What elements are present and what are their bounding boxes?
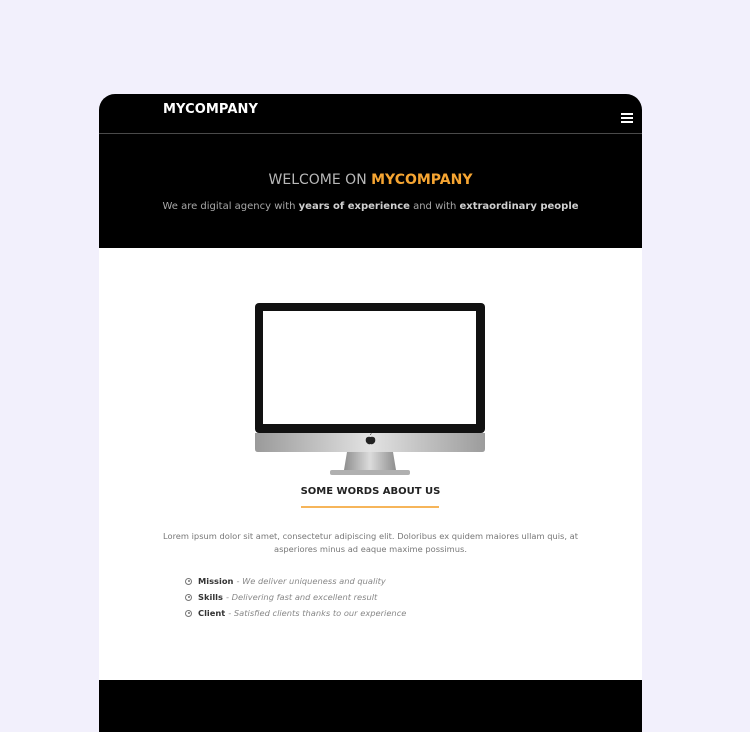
feature-name: Mission xyxy=(198,576,234,586)
feature-item: Mission - We deliver uniqueness and qual… xyxy=(185,573,406,589)
feature-item: Skills - Delivering fast and excellent r… xyxy=(185,589,406,605)
footer xyxy=(99,680,642,732)
feature-name: Client xyxy=(198,608,226,618)
about-underline xyxy=(301,506,439,508)
feature-desc: - We deliver uniqueness and quality xyxy=(236,576,386,586)
hamburger-menu-icon[interactable] xyxy=(621,113,633,124)
feature-desc: - Satisfied clients thanks to our experi… xyxy=(228,608,407,618)
hero-title-accent: MYCOMPANY xyxy=(371,172,473,188)
monitor-image xyxy=(255,303,485,475)
circle-bullet-icon xyxy=(185,577,192,585)
hero-subtitle: We are digital agency with years of expe… xyxy=(99,201,642,212)
hero-subtitle-bold1: years of experience xyxy=(298,201,410,212)
about-title: SOME WORDS ABOUT US xyxy=(300,486,441,497)
about-text: Lorem ipsum dolor sit amet, consectetur … xyxy=(163,531,578,554)
feature-name: Skills xyxy=(198,592,223,602)
hero-section: WELCOME ON MYCOMPANY We are digital agen… xyxy=(99,134,642,248)
navbar: MYCOMPANY xyxy=(99,94,642,134)
brand-logo[interactable]: MYCOMPANY xyxy=(163,102,258,117)
circle-bullet-icon xyxy=(185,609,192,617)
feature-desc: - Delivering fast and excellent result xyxy=(225,592,378,602)
hero-subtitle-part1: We are digital agency with xyxy=(162,201,299,212)
feature-item: Client - Satisfied clients thanks to our… xyxy=(185,605,406,621)
hero-subtitle-part2: and with xyxy=(409,201,460,212)
hero-title: WELCOME ON MYCOMPANY xyxy=(99,172,642,188)
app-frame: MYCOMPANY WELCOME ON MYCOMPANY We are di… xyxy=(99,94,642,732)
circle-bullet-icon xyxy=(185,593,192,601)
hero-subtitle-bold2: extraordinary people xyxy=(459,201,579,212)
hero-title-prefix: WELCOME ON xyxy=(268,172,372,188)
feature-list: Mission - We deliver uniqueness and qual… xyxy=(185,573,406,621)
